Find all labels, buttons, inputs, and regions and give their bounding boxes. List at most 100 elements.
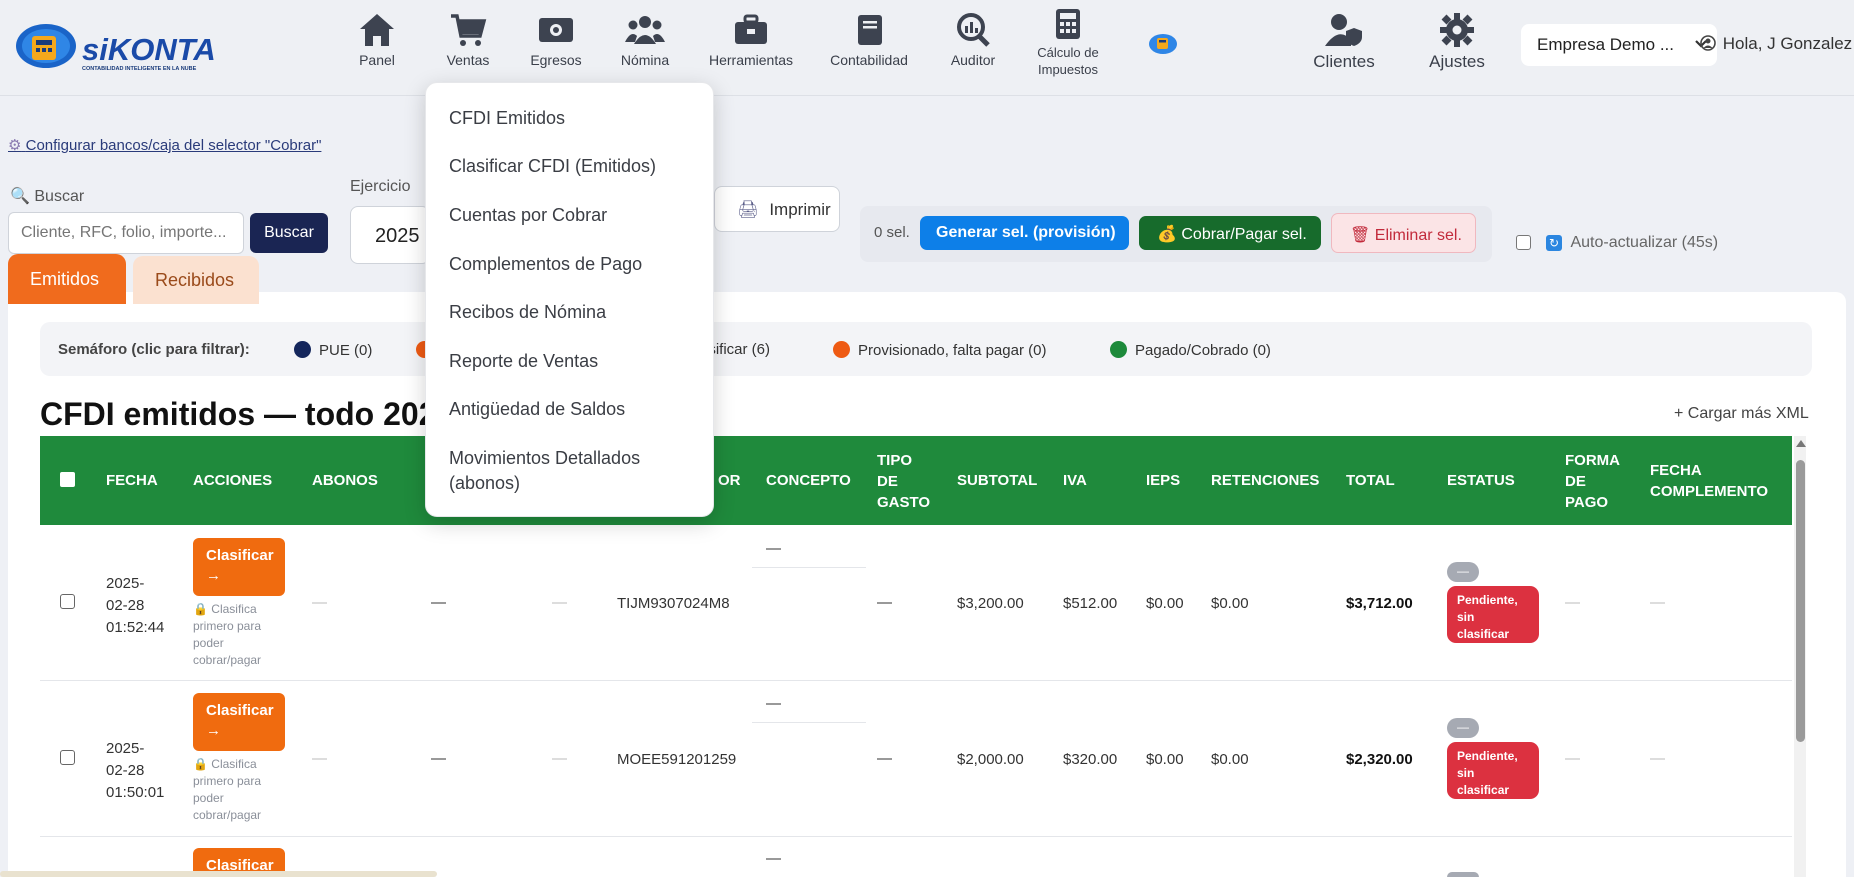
nav-calculo-label-line1: Cálculo de [1037,45,1099,60]
top-navigation-bar: siKONTA CONTABILIDAD INTELIGENTE EN LA N… [0,0,1854,96]
classify-first-note: 🔒 Clasifica primero para poder cobrar/pa… [193,601,293,669]
semaforo-filter-pue[interactable]: PUE (0) [294,341,372,359]
col-concepto[interactable]: CONCEPTO [766,470,851,491]
menu-item-movimientos-detallados[interactable]: Movimientos Detallados (abonos) [449,446,640,496]
horizontal-scroll-indicator [0,871,437,877]
forma-pago-value: — [1565,594,1580,611]
company-selector[interactable]: Empresa Demo ... [1521,24,1717,66]
arrow-right-icon: → [206,722,221,739]
status-line1: Pendiente, [1457,749,1518,763]
menu-item-antiguedad-saldos[interactable]: Antigüedad de Saldos [449,397,625,422]
status-line2: sin [1457,766,1475,780]
gear-small-icon: ⚙ [8,137,22,154]
user-greeting: Hola, J Gonzalez [1722,34,1853,53]
row-date-line2: 02-28 [106,597,145,614]
nav-egresos[interactable]: Egresos [530,12,582,69]
nav-panel[interactable]: Panel [356,12,398,69]
nav-sikonta-cloud[interactable] [1148,30,1178,60]
semaforo-filter-pagado[interactable]: Pagado/Cobrado (0) [1110,341,1271,359]
auto-refresh-text: Auto-actualizar (45s) [1570,234,1719,251]
col-iva[interactable]: IVA [1063,470,1087,491]
search-button[interactable]: Buscar [250,213,328,253]
configure-banks-link-text: Configurar bancos/caja del selector "Cob… [25,137,322,154]
print-button[interactable]: 🖨 Imprimir [714,186,840,232]
row-time: 01:52:44 [106,619,165,636]
menu-item-clasificar-cfdi[interactable]: Clasificar CFDI (Emitidos) [449,154,656,179]
row-date-line2: 02-28 [106,762,145,779]
nav-auditor[interactable]: Auditor [947,12,999,69]
empty-value: — [431,750,446,767]
scrollbar-thumb[interactable] [1796,460,1805,742]
user-menu[interactable]: Hola, J Gonzalez [1700,34,1852,54]
menu-item-complementos-pago[interactable]: Complementos de Pago [449,252,642,277]
col-fecha[interactable]: FECHA [106,470,158,491]
nav-clientes[interactable]: Clientes [1312,12,1376,70]
nav-ajustes[interactable]: Ajustes [1428,12,1486,70]
nav-contabilidad[interactable]: Contabilidad [828,12,910,69]
nav-calculo-impuestos[interactable]: Cálculo de Impuestos [1030,8,1106,78]
col-tipo-gasto-line2: DE [877,473,898,490]
col-forma-pago[interactable]: FORMA DE PAGO [1565,450,1620,513]
col-tipo-gasto[interactable]: TIPO DE GASTO [877,450,930,513]
classify-first-note: 🔒 Clasifica primero para poder cobrar/pa… [193,756,293,824]
col-receptor[interactable]: OR [718,470,741,491]
subtotal-value: $2,000.00 [957,751,1024,768]
concepto-value: — [766,695,781,712]
col-acciones[interactable]: ACCIONES [193,470,272,491]
col-subtotal[interactable]: SUBTOTAL [957,470,1037,491]
semaforo-pagado-label: Pagado/Cobrado (0) [1135,342,1271,359]
menu-item-movimientos-line2: (abonos) [449,473,521,493]
col-forma-pago-line2: DE [1565,473,1586,490]
tab-emitidos[interactable]: Emitidos [8,254,126,304]
col-ieps[interactable]: IEPS [1146,470,1180,491]
delete-selected-button[interactable]: 🗑 Eliminar sel. [1331,213,1476,253]
fecha-complemento-value: — [1650,594,1665,611]
row-checkbox[interactable] [60,750,75,765]
gear-icon [1440,13,1474,47]
load-more-xml-link[interactable]: + Cargar más XML [1674,405,1809,423]
collect-pay-selected-button[interactable]: 💰 Cobrar/Pagar sel. [1139,216,1321,250]
semaforo-filter-provisionado[interactable]: Provisionado, falta pagar (0) [833,341,1046,359]
menu-item-recibos-nomina[interactable]: Recibos de Nómina [449,300,606,325]
menu-item-reporte-ventas[interactable]: Reporte de Ventas [449,349,598,374]
user-shield-icon [1325,14,1362,46]
ejercicio-select[interactable]: 2025 [350,206,430,264]
total-value: $3,712.00 [1346,595,1413,612]
select-all-checkbox[interactable] [60,472,75,487]
nav-nomina[interactable]: Nómina [618,12,672,69]
shopping-cart-icon [451,14,487,46]
concepto-value: — [766,850,781,867]
auto-refresh-checkbox[interactable] [1516,235,1531,250]
home-icon [360,14,394,46]
configure-banks-link[interactable]: ⚙ Configurar bancos/caja del selector "C… [8,136,321,154]
row-date: 2025- 02-28 01:52:44 [106,573,164,639]
classify-button[interactable]: Clasificar → [193,693,285,751]
col-abonos[interactable]: ABONOS [312,470,378,491]
nav-herramientas[interactable]: Herramientas [707,12,795,69]
money-bag-icon: 💰 [1157,226,1177,243]
classify-note-line4: cobrar/pagar [193,808,262,822]
search-label: 🔍 Buscar [10,186,84,206]
col-total[interactable]: TOTAL [1346,470,1395,491]
sikonta-logo[interactable]: siKONTA CONTABILIDAD INTELIGENTE EN LA N… [12,20,237,76]
generate-provision-button[interactable]: Generar sel. (provisión) [920,216,1129,250]
menu-item-cuentas-por-cobrar[interactable]: Cuentas por Cobrar [449,203,607,228]
col-fecha-complemento-line2: COMPLEMENTO [1650,483,1769,500]
money-bill-icon [539,18,573,42]
nav-ventas-label: Ventas [446,52,490,68]
search-input[interactable] [8,212,244,254]
col-fecha-complemento[interactable]: FECHA COMPLEMENTO [1650,460,1768,502]
scroll-up-arrow-icon[interactable] [1796,440,1806,447]
tab-recibidos[interactable]: Recibidos [133,256,259,304]
col-estatus[interactable]: ESTATUS [1447,470,1515,491]
status-badge: Pendiente, sin clasificar [1447,742,1539,799]
sikonta-cloud-icon [1149,34,1177,54]
menu-item-cfdi-emitidos[interactable]: CFDI Emitidos [449,106,565,131]
classify-button[interactable]: Clasificar → [193,538,285,596]
nav-panel-label: Panel [359,52,395,68]
row-checkbox[interactable] [60,594,75,609]
navy-dot-icon [294,341,311,358]
col-retenciones[interactable]: RETENCIONES [1211,470,1319,491]
nav-nomina-label: Nómina [620,52,670,68]
nav-ventas[interactable]: Ventas [443,12,493,69]
